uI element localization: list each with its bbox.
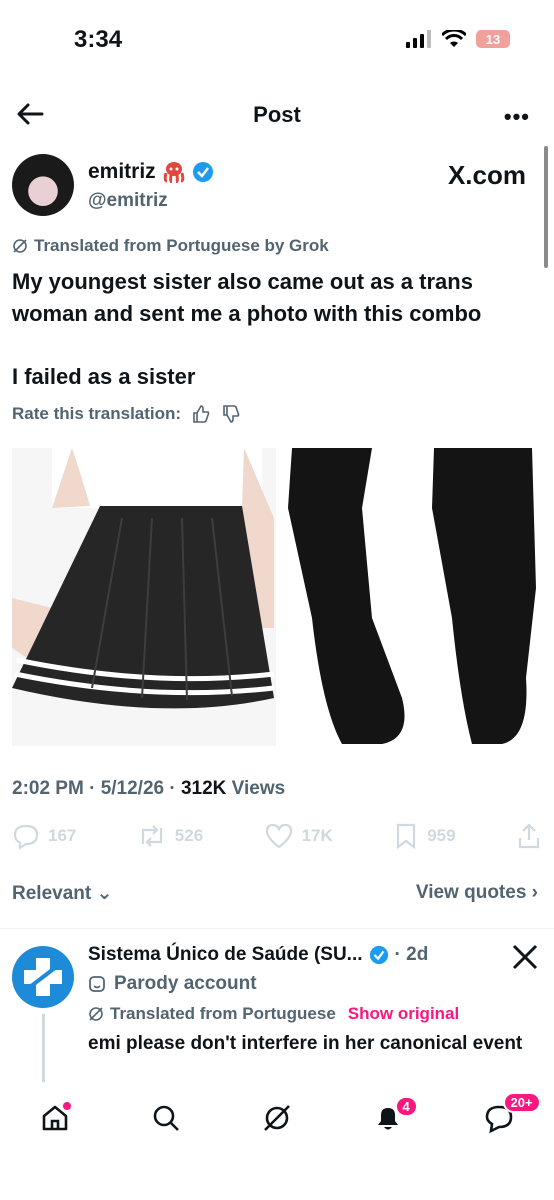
views-label: Views xyxy=(226,778,286,799)
post-timestamp: 2:02 PM · 5/12/26 · xyxy=(12,778,181,799)
show-original-link[interactable]: Show original xyxy=(348,1004,459,1024)
grok-icon xyxy=(89,1007,103,1021)
cross-logo-icon xyxy=(24,958,62,996)
view-quotes-link[interactable]: View quotes › xyxy=(416,882,538,905)
reply-filters: Relevant ⌄ View quotes › xyxy=(12,882,538,905)
reply-translation-text: Translated from Portuguese xyxy=(110,1004,336,1023)
tab-notifications[interactable]: 4 xyxy=(366,1096,418,1140)
search-icon xyxy=(153,1105,180,1131)
notifications-badge: 4 xyxy=(394,1096,418,1117)
reply-text: emi please don't interfere in her canoni… xyxy=(88,1033,523,1054)
messages-badge: 20+ xyxy=(502,1092,541,1113)
reply-count: 167 xyxy=(48,826,77,845)
tab-search[interactable] xyxy=(144,1096,188,1140)
stockings-image xyxy=(288,448,536,744)
chevron-down-icon: ⌄ xyxy=(96,883,113,904)
view-quotes-label: View quotes xyxy=(415,882,527,903)
reply-thread-line xyxy=(42,1014,45,1082)
translation-text: Translated from Portuguese by Grok xyxy=(34,236,329,255)
reply-avatar[interactable] xyxy=(12,946,74,1008)
xcom-watermark: X.com xyxy=(447,160,526,190)
post-actions: 167 526 17K 959 xyxy=(12,822,542,850)
reply-button[interactable]: 167 xyxy=(12,822,76,850)
grok-icon xyxy=(264,1105,290,1131)
bottom-tab-bar: 4 20+ xyxy=(0,1088,554,1148)
views-count: 312K xyxy=(180,778,227,799)
more-options-icon[interactable]: ••• xyxy=(504,104,530,130)
post-text-line2: I failed as a sister xyxy=(12,364,196,389)
verified-badge-icon xyxy=(192,162,213,182)
bookmark-icon xyxy=(397,823,416,850)
like-button[interactable]: 17K xyxy=(264,822,333,850)
author-handle[interactable]: @emitriz xyxy=(88,190,168,212)
octopus-emoji-icon xyxy=(163,162,184,183)
bookmark-count: 959 xyxy=(427,826,456,845)
rate-translation: Rate this translation: xyxy=(12,404,241,424)
reply-icon xyxy=(13,824,39,850)
tab-grok[interactable] xyxy=(255,1096,299,1140)
x-logo-icon xyxy=(512,944,538,970)
post-image-skirt[interactable] xyxy=(12,448,276,746)
wifi-icon xyxy=(442,30,466,47)
parody-text: Parody account xyxy=(114,973,257,994)
post-meta: 2:02 PM · 5/12/26 · 312K Views xyxy=(12,778,285,800)
thumbs-up-icon[interactable] xyxy=(191,404,211,424)
divider xyxy=(0,928,554,929)
repost-count: 526 xyxy=(174,826,204,845)
translation-label: Translated from Portuguese by Grok xyxy=(12,236,329,256)
rate-label: Rate this translation: xyxy=(12,404,182,423)
skirt-image xyxy=(12,448,276,746)
verified-badge-icon xyxy=(369,945,388,965)
page-title: Post xyxy=(253,102,301,127)
grok-icon xyxy=(13,239,27,253)
author-avatar[interactable] xyxy=(12,154,74,216)
bookmark-button[interactable]: 959 xyxy=(393,822,456,850)
tab-messages[interactable]: 20+ xyxy=(477,1092,541,1140)
reply-author-name[interactable]: Sistema Único de Saúde (SU... xyxy=(88,944,363,966)
tab-home[interactable] xyxy=(33,1096,77,1140)
parody-label: Parody account xyxy=(88,973,257,995)
post-text-line1: My youngest sister also came out as a tr… xyxy=(12,269,482,326)
reply-time: · 2d xyxy=(394,944,429,965)
author-name-row[interactable]: emitriz xyxy=(88,160,214,184)
repost-icon xyxy=(141,825,162,847)
sort-dropdown[interactable]: Relevant ⌄ xyxy=(12,882,112,905)
share-icon[interactable] xyxy=(516,822,542,850)
status-time: 3:34 xyxy=(74,26,123,53)
battery-icon: 13 xyxy=(476,30,510,48)
heart-icon xyxy=(265,823,292,849)
reply-author-row[interactable]: Sistema Único de Saúde (SU... · 2d xyxy=(88,944,428,966)
post-text: My youngest sister also came out as a tr… xyxy=(12,266,542,330)
scrollbar[interactable] xyxy=(544,146,548,268)
chevron-right-icon: › xyxy=(531,882,538,903)
thumbs-down-icon[interactable] xyxy=(221,404,241,424)
status-icons: 13 xyxy=(406,30,510,48)
author-name[interactable]: emitriz xyxy=(88,160,156,184)
repost-button[interactable]: 526 xyxy=(137,822,203,850)
sort-label: Relevant xyxy=(12,883,92,904)
post-image-stockings[interactable] xyxy=(282,448,540,746)
like-count: 17K xyxy=(301,826,333,845)
theater-masks-icon xyxy=(89,976,105,992)
reply-translation-label: Translated from Portuguese Show original xyxy=(88,1004,459,1024)
signal-icon xyxy=(406,30,431,48)
